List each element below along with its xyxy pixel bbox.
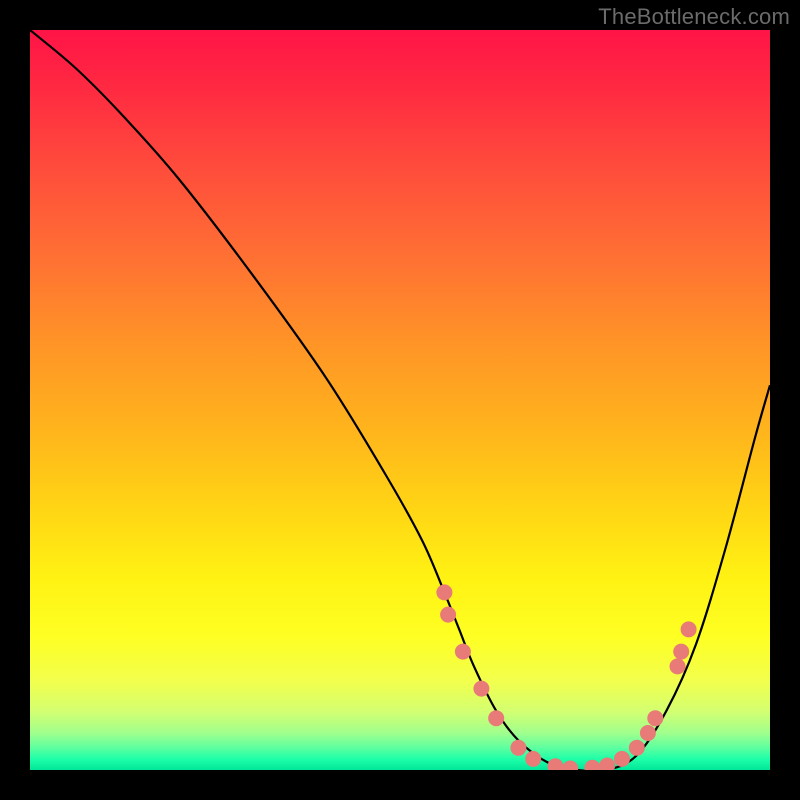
curve-marker: [629, 740, 645, 756]
watermark-text: TheBottleneck.com: [598, 4, 790, 30]
curve-marker: [614, 751, 630, 767]
curve-marker: [440, 607, 456, 623]
curve-marker: [547, 758, 563, 770]
curve-marker: [473, 681, 489, 697]
curve-marker: [488, 710, 504, 726]
chart-frame: TheBottleneck.com: [0, 0, 800, 800]
curve-marker: [436, 584, 452, 600]
curve-marker: [525, 751, 541, 767]
curve-marker: [673, 644, 689, 660]
curve-marker: [681, 621, 697, 637]
curve-marker: [647, 710, 663, 726]
curve-markers: [436, 584, 696, 770]
curve-marker: [599, 758, 615, 770]
curve-layer: [30, 30, 770, 770]
curve-marker: [670, 658, 686, 674]
curve-marker: [455, 644, 471, 660]
plot-area: [30, 30, 770, 770]
bottleneck-curve: [30, 30, 770, 770]
curve-marker: [584, 760, 600, 770]
curve-marker: [562, 761, 578, 770]
curve-marker: [640, 725, 656, 741]
curve-marker: [510, 740, 526, 756]
